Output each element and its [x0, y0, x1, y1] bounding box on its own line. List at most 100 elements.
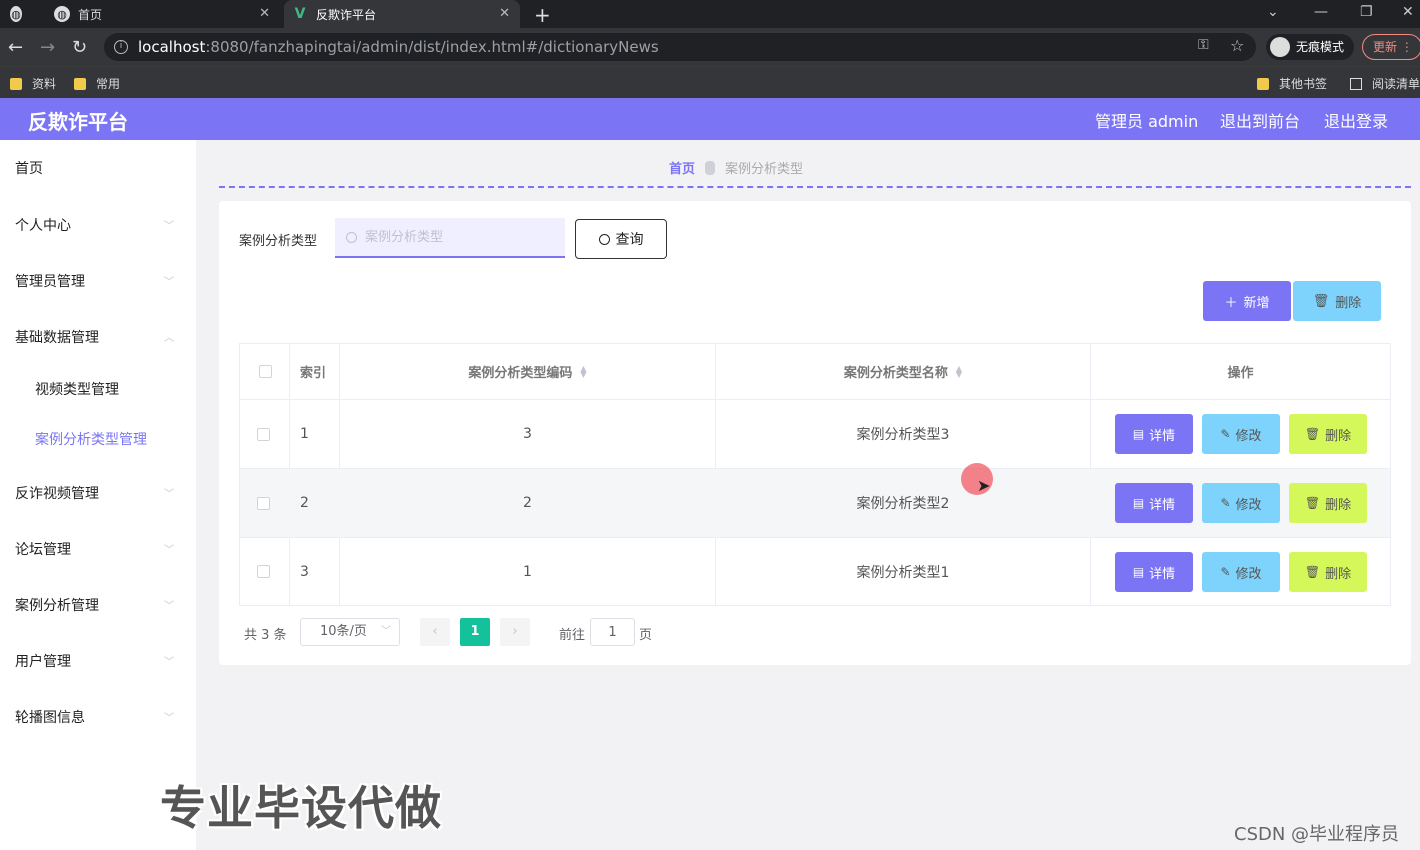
folder-icon — [10, 77, 22, 90]
update-button[interactable]: 更新 ⋮ — [1362, 34, 1420, 60]
document-icon: ▤ — [1132, 565, 1145, 579]
prev-page-button[interactable]: ‹ — [420, 618, 450, 646]
sidebar-item-video-type[interactable]: 视频类型管理 — [35, 379, 119, 399]
batch-delete-button[interactable]: 🗑 删除 — [1293, 281, 1381, 321]
checkbox[interactable] — [257, 427, 270, 441]
sidebar-item-forum[interactable]: 论坛管理 — [15, 539, 71, 559]
edit-icon: ✎ — [1220, 427, 1231, 441]
search-icon — [598, 233, 610, 245]
sidebar-item-anti-fraud-video[interactable]: 反诈视频管理 — [15, 483, 99, 503]
incognito-label: 无痕模式 — [1296, 40, 1345, 54]
bookmark-label: 资料 — [32, 77, 57, 91]
reading-list[interactable]: 阅读清单 — [1350, 75, 1420, 92]
browser-tab-active[interactable]: V 反欺诈平台 ✕ — [284, 0, 520, 28]
exit-to-front-link[interactable]: 退出到前台 — [1220, 108, 1300, 132]
reload-icon[interactable]: ↻ — [72, 37, 87, 58]
delete-label: 删除 — [1335, 295, 1362, 311]
cell-index: 2 — [300, 495, 309, 511]
chevron-down-icon: ﹀ — [164, 277, 174, 288]
star-icon[interactable]: ☆ — [1230, 36, 1244, 55]
chevron-right-icon: › — [512, 624, 518, 639]
sidebar-item-case-analysis[interactable]: 案例分析管理 — [15, 595, 99, 615]
address-bar[interactable]: i localhost:8080/fanzhapingtai/admin/dis… — [104, 33, 1256, 61]
sort-icon[interactable]: ▲ ▼ — [580, 364, 586, 378]
sidebar-item-basic-data[interactable]: 基础数据管理 — [15, 327, 99, 347]
checkbox[interactable] — [257, 496, 270, 510]
bookmark-label: 常用 — [96, 77, 121, 91]
document-icon: ▤ — [1132, 496, 1145, 510]
cell-index: 1 — [300, 426, 309, 442]
sidebar-item-home[interactable]: 首页 — [15, 158, 43, 178]
key-icon[interactable]: ⚿ — [1198, 37, 1209, 53]
page-number-current[interactable]: 1 — [460, 618, 490, 646]
detail-button[interactable]: ▤ 详情 — [1115, 552, 1193, 592]
sidebar-item-users[interactable]: 用户管理 — [15, 651, 71, 671]
back-icon[interactable]: ← — [8, 37, 23, 58]
select-all-checkbox[interactable] — [259, 344, 272, 399]
add-button[interactable]: ＋ 新增 — [1203, 281, 1291, 321]
browser-tab-pinned[interactable]: ◍ — [0, 0, 30, 28]
edit-button[interactable]: ✎ 修改 — [1202, 483, 1280, 523]
folder-icon — [74, 77, 86, 90]
close-icon[interactable]: ✕ — [499, 6, 510, 21]
bookmark-folder[interactable]: 资料 — [10, 75, 56, 92]
checkbox[interactable] — [259, 365, 272, 378]
bookmark-folder[interactable]: 常用 — [74, 75, 120, 92]
detail-button[interactable]: ▤ 详情 — [1115, 483, 1193, 523]
sidebar-item-case-type[interactable]: 案例分析类型管理 — [35, 429, 147, 449]
other-bookmarks[interactable]: 其他书签 — [1257, 75, 1327, 92]
edit-button[interactable]: ✎ 修改 — [1202, 414, 1280, 454]
restore-icon[interactable]: ❐ — [1360, 4, 1373, 20]
header-code[interactable]: 案例分析类型编码 ▲ ▼ — [340, 344, 715, 399]
sidebar-item-profile[interactable]: 个人中心 — [15, 215, 71, 235]
tab-label: 首页 — [78, 7, 103, 22]
cell-code: 2 — [523, 495, 532, 511]
delete-button[interactable]: 🗑 删除 — [1289, 552, 1367, 592]
row-checkbox[interactable] — [257, 400, 270, 468]
next-page-button[interactable]: › — [500, 618, 530, 646]
delete-button[interactable]: 🗑 删除 — [1289, 483, 1367, 523]
logout-link[interactable]: 退出登录 — [1324, 108, 1388, 132]
incognito-badge[interactable]: 无痕模式 — [1266, 34, 1355, 60]
url-host: localhost — [138, 38, 206, 56]
cell-name: 案例分析类型3 — [856, 427, 950, 443]
delete-button[interactable]: 🗑 删除 — [1289, 414, 1367, 454]
header-code-label: 案例分析类型编码 — [468, 366, 573, 381]
sidebar-item-carousel[interactable]: 轮播图信息 — [15, 707, 85, 727]
new-tab-icon[interactable]: + — [534, 3, 551, 27]
browser-tab-home[interactable]: ◍ 首页 ✕ — [46, 0, 280, 28]
checkbox[interactable] — [257, 565, 270, 578]
row-checkbox[interactable] — [257, 469, 270, 537]
search-input[interactable] — [335, 218, 565, 258]
chevron-down-icon: ﹀ — [164, 657, 174, 668]
window-close-icon[interactable]: ✕ — [1402, 4, 1414, 20]
header-name[interactable]: 案例分析类型名称 ▲ ▼ — [716, 344, 1090, 399]
goto-page-input[interactable] — [590, 618, 635, 646]
close-icon[interactable]: ✕ — [259, 6, 270, 21]
minimize-icon[interactable]: — — [1314, 4, 1328, 20]
breadcrumb-current: 案例分析类型 — [725, 162, 804, 177]
sort-icon[interactable]: ▲ ▼ — [956, 364, 962, 378]
chevron-down-icon: ﹀ — [164, 601, 174, 612]
sidebar-item-admin[interactable]: 管理员管理 — [15, 271, 85, 291]
query-button[interactable]: 查询 — [575, 219, 667, 259]
breadcrumb-home[interactable]: 首页 — [669, 158, 695, 177]
edit-button[interactable]: ✎ 修改 — [1202, 552, 1280, 592]
row-checkbox[interactable] — [257, 538, 270, 605]
edit-label: 修改 — [1235, 497, 1262, 513]
page-suffix-label: 页 — [639, 628, 653, 643]
detail-button[interactable]: ▤ 详情 — [1115, 414, 1193, 454]
app-header: 反欺诈平台 管理员 admin 退出到前台 退出登录 — [0, 98, 1420, 140]
forward-icon[interactable]: → — [40, 37, 55, 58]
chevron-down-icon: ﹀ — [381, 626, 391, 637]
header-index: 索引 — [300, 366, 327, 381]
tab-search-icon[interactable]: ⌄ — [1267, 4, 1279, 20]
table-row: 1 3 案例分析类型3 ▤ 详情 ✎ 修改 🗑 删除 — [240, 399, 1390, 468]
info-icon[interactable]: i — [114, 40, 128, 54]
bookmark-label: 其他书签 — [1279, 77, 1328, 91]
globe-icon: ◍ — [10, 6, 22, 22]
url-path: :8080/fanzhapingtai/admin/dist/index.htm… — [205, 38, 659, 56]
page-size-select[interactable]: 10条/页 ﹀ — [300, 618, 400, 646]
search-label: 案例分析类型 — [239, 234, 318, 249]
detail-label: 详情 — [1149, 428, 1176, 444]
